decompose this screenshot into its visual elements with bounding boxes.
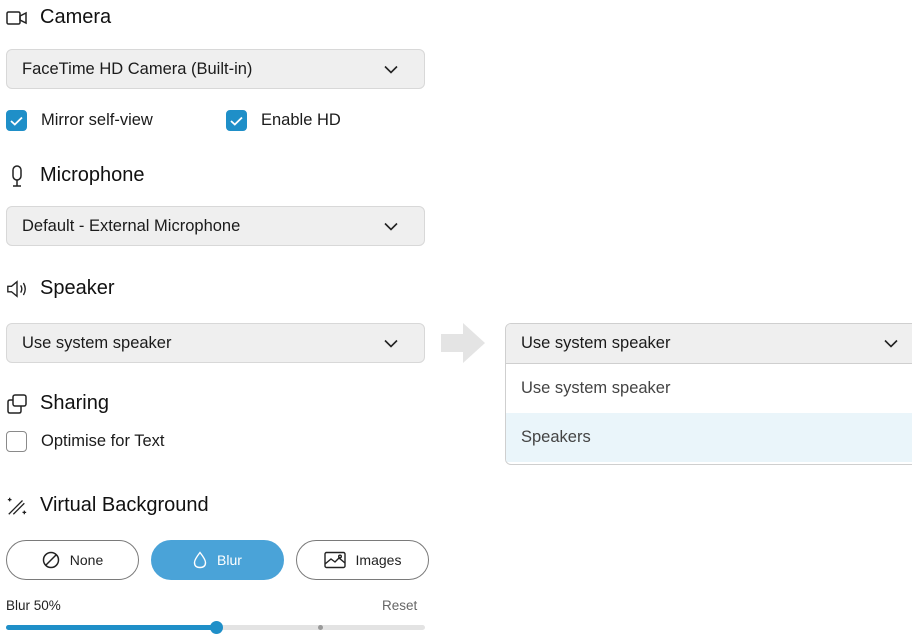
chevron-down-icon	[384, 219, 398, 233]
reset-link[interactable]: Reset	[382, 598, 417, 613]
virtual-background-title: Virtual Background	[40, 494, 209, 516]
blur-drop-icon	[193, 551, 207, 569]
camera-title: Camera	[40, 6, 112, 28]
blur-slider-fill	[6, 625, 216, 630]
blur-slider-thumb[interactable]	[209, 621, 223, 634]
camera-section-title: Camera	[6, 6, 111, 29]
speaker-option-speakers[interactable]: Speakers	[506, 413, 912, 462]
arrow-right-icon	[441, 323, 487, 368]
optimise-for-text-label: Optimise for Text	[41, 432, 165, 450]
enable-hd-checkbox[interactable]	[226, 110, 247, 131]
microphone-select-value: Default - External Microphone	[22, 216, 241, 235]
speaker-title: Speaker	[40, 277, 115, 299]
speaker-dropdown-open[interactable]: Use system speaker Use system speaker Sp…	[505, 323, 912, 465]
check-icon	[10, 116, 23, 126]
optimise-for-text-option[interactable]: Optimise for Text	[6, 431, 164, 452]
speaker-section-title: Speaker	[6, 277, 115, 300]
none-icon	[42, 551, 60, 569]
check-icon	[230, 116, 243, 126]
speaker-option-system[interactable]: Use system speaker	[506, 364, 912, 413]
camera-select-value: FaceTime HD Camera (Built-in)	[22, 59, 253, 78]
mirror-self-view-option[interactable]: Mirror self-view	[6, 110, 153, 131]
enable-hd-label: Enable HD	[261, 111, 341, 129]
microphone-section-title: Microphone	[6, 164, 145, 187]
virtual-background-section-title: Virtual Background	[6, 494, 209, 517]
blur-value-label: Blur 50%	[6, 598, 61, 613]
vb-blur-label: Blur	[217, 552, 242, 568]
enable-hd-option[interactable]: Enable HD	[226, 110, 341, 131]
mirror-self-view-label: Mirror self-view	[41, 111, 153, 129]
image-icon	[323, 551, 346, 569]
vb-images-label: Images	[355, 552, 402, 568]
vb-blur-button[interactable]: Blur	[151, 540, 284, 580]
sharing-icon	[6, 393, 28, 415]
speaker-icon	[6, 278, 28, 300]
mirror-self-view-checkbox[interactable]	[6, 110, 27, 131]
microphone-select[interactable]: Default - External Microphone	[6, 206, 425, 246]
microphone-icon	[6, 164, 28, 187]
speaker-select[interactable]: Use system speaker	[6, 323, 425, 363]
chevron-down-icon	[384, 336, 398, 350]
blur-slider[interactable]	[6, 621, 425, 634]
microphone-title: Microphone	[40, 164, 145, 186]
camera-icon	[6, 7, 28, 29]
vb-images-button[interactable]: Images	[296, 540, 429, 580]
speaker-dropdown-header[interactable]: Use system speaker	[506, 324, 912, 364]
optimise-for-text-checkbox[interactable]	[6, 431, 27, 452]
virtual-background-options: None Blur Images	[6, 540, 429, 580]
camera-select[interactable]: FaceTime HD Camera (Built-in)	[6, 49, 425, 89]
chevron-down-icon	[384, 62, 398, 76]
vb-none-label: None	[69, 552, 104, 568]
speaker-dropdown-selected: Use system speaker	[521, 334, 671, 352]
magic-wand-icon	[6, 495, 28, 517]
sharing-title: Sharing	[40, 392, 109, 414]
sharing-section-title: Sharing	[6, 392, 109, 415]
vb-none-button[interactable]: None	[6, 540, 139, 580]
chevron-down-icon	[884, 334, 898, 353]
speaker-select-value: Use system speaker	[22, 333, 172, 352]
